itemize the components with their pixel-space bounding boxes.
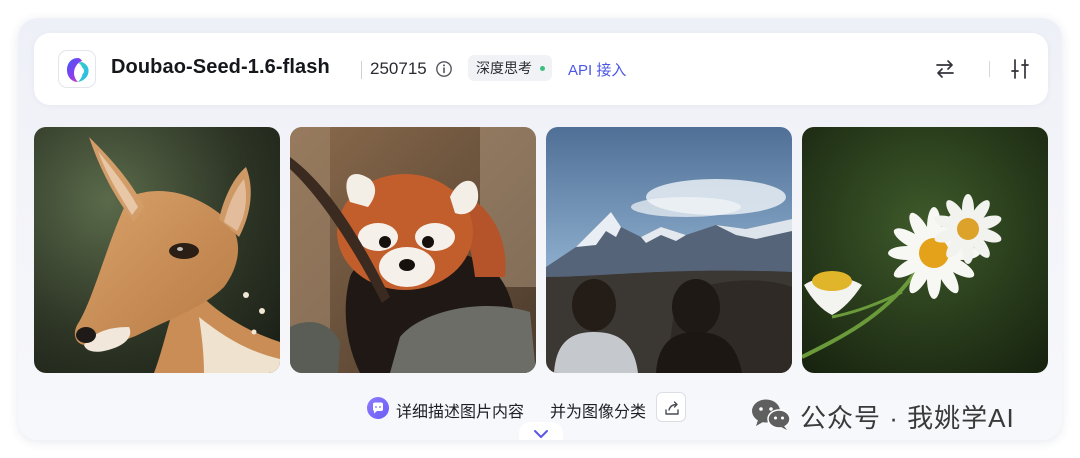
photo-daisies[interactable] bbox=[802, 127, 1048, 373]
divider bbox=[361, 61, 362, 79]
info-icon[interactable] bbox=[435, 60, 453, 78]
deep-think-chip[interactable]: 深度思考 bbox=[468, 55, 552, 81]
wechat-icon bbox=[752, 399, 791, 430]
expand-button[interactable] bbox=[519, 422, 563, 440]
deep-think-label: 深度思考 bbox=[476, 60, 532, 76]
chevron-down-icon bbox=[534, 430, 548, 438]
share-button[interactable] bbox=[656, 392, 686, 422]
photo-mountains[interactable] bbox=[546, 127, 792, 373]
chat-bubble-icon bbox=[367, 397, 389, 419]
model-card: Doubao-Seed-1.6-flash 250715 深度思考 API 接入 bbox=[18, 18, 1062, 440]
model-version: 250715 bbox=[370, 59, 427, 78]
image-gallery bbox=[34, 127, 1048, 373]
model-name: Doubao-Seed-1.6-flash bbox=[111, 56, 330, 78]
prompt-text: 详细描述图片内容 bbox=[396, 404, 525, 421]
swap-icon[interactable] bbox=[934, 59, 956, 79]
divider bbox=[989, 61, 990, 77]
model-header: Doubao-Seed-1.6-flash 250715 深度思考 API 接入 bbox=[34, 33, 1048, 105]
doubao-logo-icon bbox=[58, 50, 96, 88]
photo-deer[interactable] bbox=[34, 127, 280, 373]
watermark-text: 公众号 · 我姚学AI bbox=[800, 403, 1015, 433]
photo-red-panda[interactable] bbox=[290, 127, 536, 373]
settings-icon[interactable] bbox=[1010, 58, 1030, 80]
api-access-link[interactable]: API 接入 bbox=[568, 59, 626, 80]
status-dot bbox=[540, 66, 545, 71]
share-icon bbox=[665, 401, 679, 415]
prompt-text-secondary: 并为图像分类 bbox=[550, 404, 647, 421]
